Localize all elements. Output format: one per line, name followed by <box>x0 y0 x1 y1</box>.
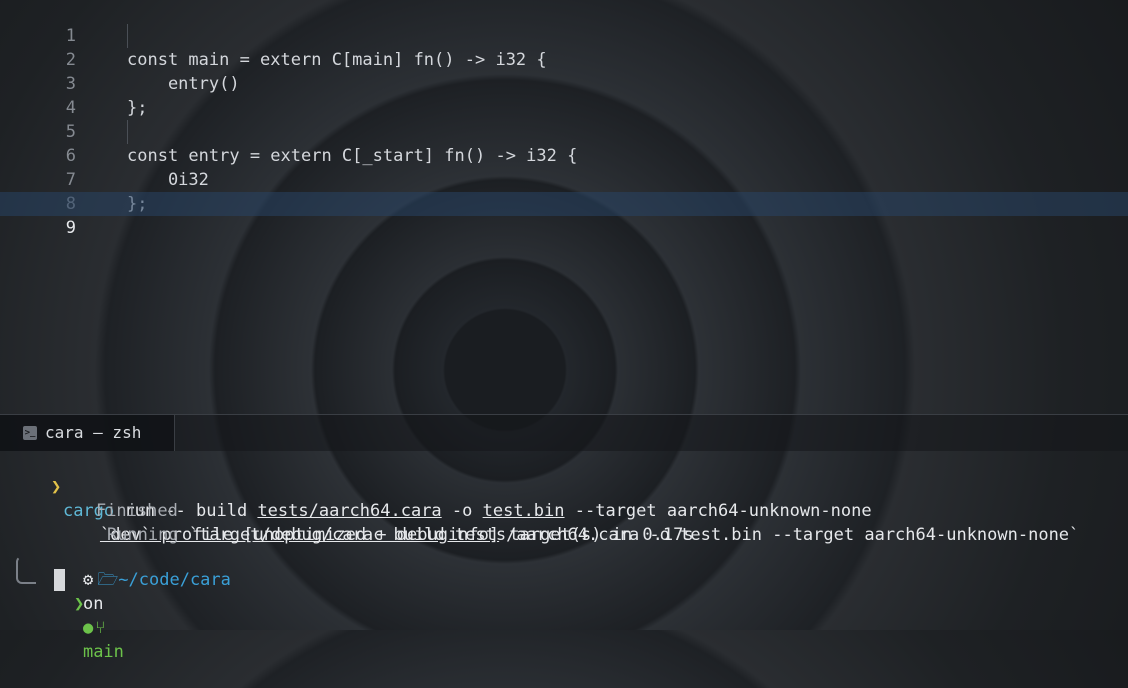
prompt-line: ⚙ 🗁~/code/cara on ● ⑂ main <box>42 544 231 662</box>
github-icon: ● <box>82 618 94 638</box>
active-code-line[interactable]: 9 <box>0 192 1128 238</box>
gear-icon: ⚙ <box>82 570 94 590</box>
running-line: Running `target/debug/carac build tests/… <box>66 499 1079 545</box>
code-line[interactable]: 8 <box>0 168 1128 214</box>
prompt-on: on <box>82 594 104 614</box>
running-rest: `target/debug/carac build tests/aarch64.… <box>178 525 1080 545</box>
code-editor[interactable]: 1 const main = extern C[main] fn() -> i3… <box>0 0 1128 414</box>
terminal-tab[interactable]: >_ cara — zsh <box>0 415 175 451</box>
code-line[interactable]: 4 <box>0 72 1128 118</box>
running-label: Running <box>106 525 179 545</box>
git-branch-icon: ⑂ <box>95 618 106 638</box>
terminal-panel[interactable]: >_ cara — zsh ❯ cargo run -- build tests… <box>0 414 1128 662</box>
folder-open-icon: 🗁 <box>97 570 119 590</box>
git-branch-name: main <box>82 642 124 662</box>
code-line[interactable]: 3 }; <box>0 48 1128 118</box>
terminal-cursor <box>54 569 65 591</box>
code-line[interactable]: 2 entry() <box>0 24 1128 94</box>
finished-line: Finished `dev` profile [unoptimized + de… <box>55 475 694 545</box>
terminal-icon: >_ <box>23 426 37 440</box>
code-line[interactable]: 5 const entry = extern C[_start] fn() ->… <box>0 96 1128 166</box>
terminal-tab-bar: >_ cara — zsh <box>0 415 1128 451</box>
input-prompt-symbol: ❯ <box>73 594 85 614</box>
current-directory: ~/code/cara <box>118 570 231 590</box>
line-number: 9 <box>65 218 76 238</box>
code-line[interactable]: 6 0i32 <box>0 120 1128 190</box>
terminal-tab-title: cara — zsh <box>45 423 142 442</box>
command-line: ❯ cargo run -- build tests/aarch64.cara … <box>10 451 872 521</box>
code-line[interactable]: 1 const main = extern C[main] fn() -> i3… <box>0 0 1128 70</box>
code-line[interactable]: 7 }; <box>0 144 1128 214</box>
